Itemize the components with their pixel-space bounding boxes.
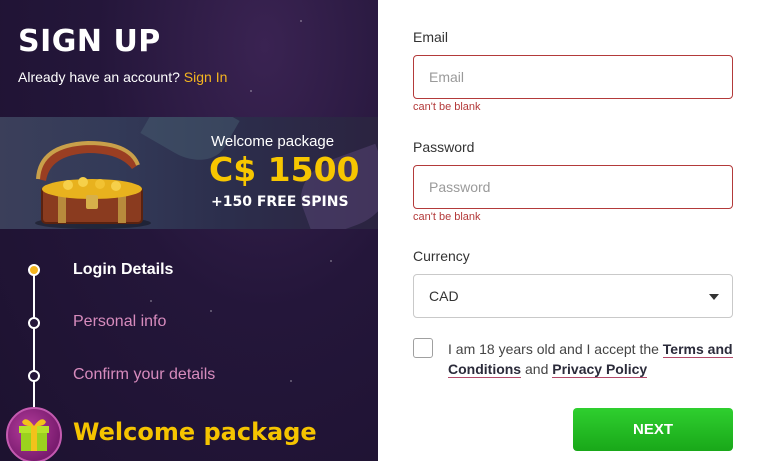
have-account-row: Already have an account? Sign In	[18, 69, 227, 85]
background-star	[290, 380, 292, 382]
currency-value: CAD	[429, 288, 459, 304]
step-welcome-package: Welcome package	[73, 418, 317, 446]
terms-text: I am 18 years old and I accept the Terms…	[448, 339, 733, 379]
banner-amount: C$ 1500	[209, 150, 360, 189]
banner-label: Welcome package	[211, 133, 335, 150]
email-label: Email	[413, 29, 449, 45]
next-button[interactable]: NEXT	[573, 408, 733, 451]
terms-and-text: and	[525, 361, 549, 377]
background-star	[150, 300, 152, 302]
password-field[interactable]	[413, 165, 733, 209]
steps-connector	[33, 270, 35, 420]
banner-free-spins: +150 FREE SPINS	[211, 194, 349, 210]
background-star	[330, 260, 332, 262]
welcome-banner: Welcome package C$ 1500 +150 FREE SPINS	[0, 117, 378, 229]
step-login-details: Login Details	[73, 261, 174, 278]
privacy-policy-link[interactable]: Privacy Policy	[552, 361, 648, 378]
treasure-chest-icon	[35, 140, 151, 229]
background-star	[250, 90, 252, 92]
step-personal-info: Personal info	[73, 313, 167, 330]
email-field[interactable]	[413, 55, 733, 99]
background-star	[300, 20, 302, 22]
step-dot	[28, 317, 40, 329]
have-account-text: Already have an account?	[18, 69, 180, 85]
email-error: can't be blank	[413, 101, 481, 113]
currency-label: Currency	[413, 248, 470, 264]
password-error: can't be blank	[413, 211, 481, 223]
age-terms-checkbox[interactable]	[413, 338, 433, 358]
currency-select[interactable]: CAD	[413, 274, 733, 318]
terms-text-before: I am 18 years old and I accept the	[448, 341, 659, 357]
sign-in-link[interactable]: Sign In	[184, 69, 228, 85]
password-label: Password	[413, 139, 475, 155]
left-panel: SIGN UP Already have an account? Sign In…	[0, 0, 378, 461]
page-title: SIGN UP	[18, 24, 161, 59]
step-dot-active	[28, 264, 40, 276]
step-dot	[28, 370, 40, 382]
step-confirm-details: Confirm your details	[73, 366, 216, 383]
gift-box-icon	[6, 407, 62, 461]
background-star	[210, 310, 212, 312]
chevron-down-icon	[709, 294, 719, 300]
